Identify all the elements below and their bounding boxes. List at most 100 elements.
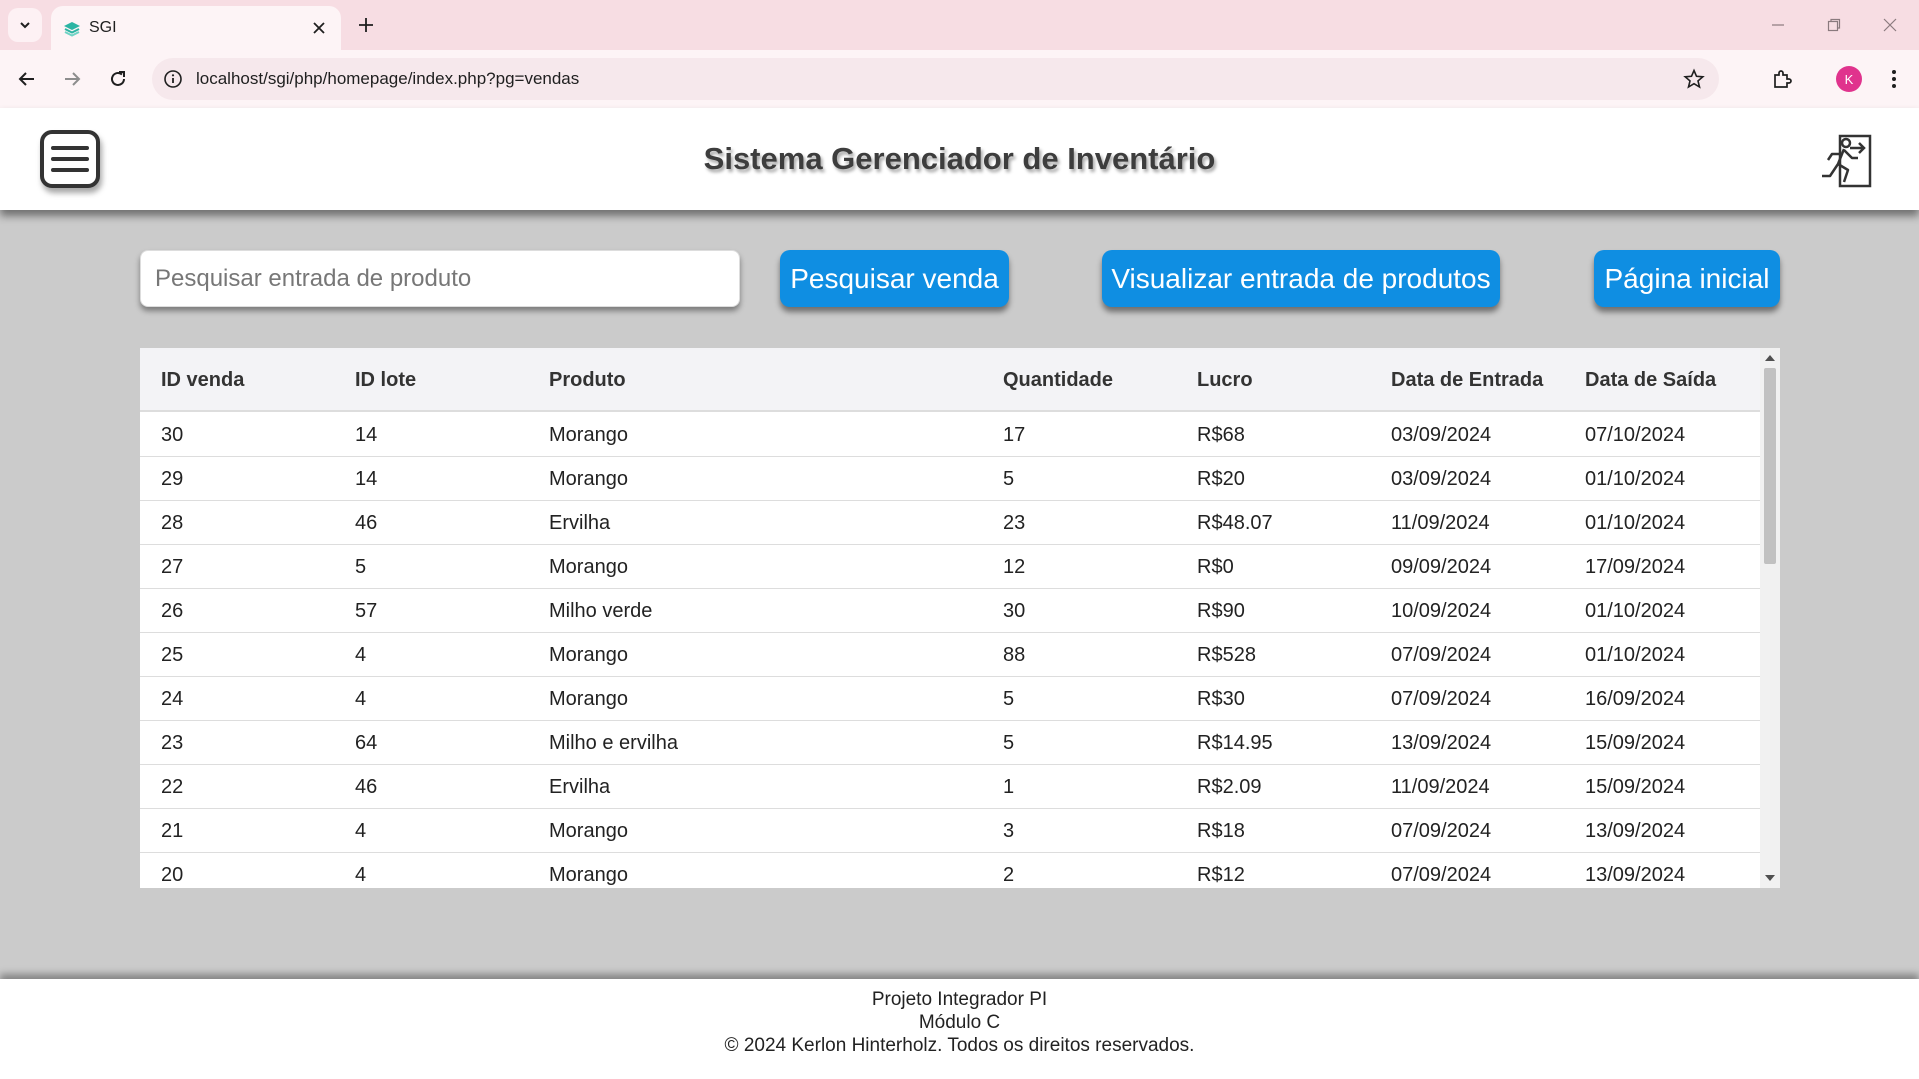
table-row[interactable]: 26 57 Milho verde 30 R$90 10/09/2024 01/10/202… [140,589,1760,633]
cell-id-lote: 4 [355,820,367,842]
minimize-icon [1772,24,1784,26]
table-row[interactable]: 25 4 Morango 88 R$528 07/09/2024 01/10/2024 [140,633,1760,677]
table-header: ID venda ID lote Produto Quantidade Lucr… [140,348,1760,412]
site-info-icon[interactable] [163,69,183,89]
scroll-thumb[interactable] [1764,368,1776,564]
cell-id-lote: 46 [355,776,378,798]
cell-produto: Morango [549,864,628,886]
forward-button[interactable] [57,64,87,94]
profile-avatar[interactable]: K [1836,66,1862,92]
tab-search-dropdown-button[interactable] [8,8,42,42]
cell-data-entrada: 13/09/2024 [1391,732,1492,754]
browser-tab-active[interactable]: SGI [51,6,341,50]
table-row[interactable]: 27 5 Morango 12 R$0 09/09/2024 17/09/2024 [140,545,1760,589]
cell-data-entrada: 03/09/2024 [1391,424,1492,446]
cell-id-venda: 27 [161,556,184,578]
cell-lucro: R$2.09 [1197,776,1262,798]
cell-id-venda: 26 [161,600,184,622]
plus-icon [359,18,373,32]
table-row[interactable]: 21 4 Morango 3 R$18 07/09/2024 13/09/2024 [140,809,1760,853]
tab-close-icon[interactable] [307,16,331,40]
view-product-entries-button[interactable]: Visualizar entrada de produtos [1102,250,1500,307]
cell-id-lote: 14 [355,424,378,446]
cell-id-venda: 24 [161,688,184,710]
column-header-id-venda: ID venda [161,369,245,391]
cell-produto: Morango [549,424,628,446]
cell-data-saida: 01/10/2024 [1585,512,1686,534]
reload-icon [111,71,125,86]
cell-data-saida: 15/09/2024 [1585,732,1686,754]
cell-lucro: R$14.95 [1197,732,1273,754]
cell-lucro: R$30 [1197,688,1245,710]
table-row[interactable]: 20 4 Morango 2 R$12 07/09/2024 13/09/2024 [140,853,1760,888]
scroll-down-arrow-icon[interactable] [1765,875,1775,881]
cell-quantidade: 30 [1003,600,1026,622]
cell-data-saida: 17/09/2024 [1585,556,1686,578]
cell-id-lote: 64 [355,732,378,754]
cell-data-entrada: 11/09/2024 [1391,776,1490,798]
cell-data-entrada: 11/09/2024 [1391,512,1490,534]
cell-lucro: R$18 [1197,820,1245,842]
logout-exit-icon[interactable] [1816,132,1878,190]
table-row[interactable]: 24 4 Morango 5 R$30 07/09/2024 16/09/2024 [140,677,1760,721]
close-window-button[interactable] [1878,13,1902,37]
cell-id-lote: 4 [355,644,367,666]
new-tab-button[interactable] [353,12,379,38]
column-header-data-entrada: Data de Entrada [1391,369,1544,391]
more-vert-icon [1892,70,1896,88]
bookmark-star-icon[interactable] [1683,68,1705,90]
cell-quantidade: 17 [1003,424,1026,446]
table-row[interactable]: 30 14 Morango 17 R$68 03/09/2024 07/10/2024 [140,413,1760,457]
scroll-up-arrow-icon[interactable] [1765,355,1775,361]
cell-data-entrada: 07/09/2024 [1391,820,1492,842]
layers-favicon-icon [64,22,80,37]
table-row[interactable]: 28 46 Ervilha 23 R$48.07 11/09/2024 01/10/2024 [140,501,1760,545]
cell-data-entrada: 07/09/2024 [1391,864,1492,886]
address-bar[interactable]: localhost/sgi/php/homepage/index.php?pg=… [152,58,1719,100]
cell-id-venda: 23 [161,732,184,754]
table-row[interactable]: 23 64 Milho e ervilha 5 R$14.95 13/09/2024 15/… [140,721,1760,765]
cell-data-saida: 07/10/2024 [1585,424,1686,446]
table-row[interactable]: 29 14 Morango 5 R$20 03/09/2024 01/10/2024 [140,457,1760,501]
footer-module: Módulo C [918,1012,1001,1033]
column-header-produto: Produto [549,369,626,391]
extensions-button[interactable] [1768,65,1796,93]
search-sale-button[interactable]: Pesquisar venda [780,250,1009,307]
cell-data-saida: 01/10/2024 [1585,644,1686,666]
table-row[interactable]: 22 46 Ervilha 1 R$2.09 11/09/2024 15/09/2024 [140,765,1760,809]
cell-id-lote: 4 [355,688,367,710]
table-scrollbar[interactable] [1760,348,1780,888]
reload-button[interactable] [103,64,133,94]
cell-id-venda: 30 [161,424,184,446]
browser-tabstrip: SGI [0,0,1919,50]
cell-data-entrada: 03/09/2024 [1391,468,1492,490]
cell-quantidade: 12 [1003,556,1026,578]
address-url[interactable]: localhost/sgi/php/homepage/index.php?pg=… [196,69,579,89]
browser-menu-button[interactable] [1880,65,1908,93]
back-button[interactable] [12,64,42,94]
cell-quantidade: 5 [1003,688,1015,710]
cell-produto: Milho e ervilha [549,732,678,754]
cell-id-venda: 21 [161,820,184,842]
cell-id-venda: 28 [161,512,184,534]
cell-lucro: R$90 [1197,600,1245,622]
search-input[interactable] [140,250,740,307]
cell-id-venda: 20 [161,864,184,886]
cell-id-lote: 57 [355,600,378,622]
sales-table: ID venda ID lote Produto Quantidade Lucr… [140,348,1780,888]
cell-produto: Morango [549,468,628,490]
cell-quantidade: 2 [1003,864,1015,886]
tab-title: SGI [89,19,117,36]
cell-id-lote: 5 [355,556,367,578]
cell-id-lote: 4 [355,864,367,886]
cell-quantidade: 23 [1003,512,1026,534]
footer-project-name: Projeto Integrador PI [871,989,1048,1010]
cell-quantidade: 1 [1003,776,1015,798]
restore-window-button[interactable] [1822,13,1846,37]
home-page-button[interactable]: Página inicial [1594,250,1780,307]
minimize-window-button[interactable] [1766,13,1790,37]
cell-data-entrada: 07/09/2024 [1391,688,1492,710]
arrow-right-icon [65,72,81,86]
cell-produto: Ervilha [549,512,611,534]
cell-id-venda: 25 [161,644,184,666]
